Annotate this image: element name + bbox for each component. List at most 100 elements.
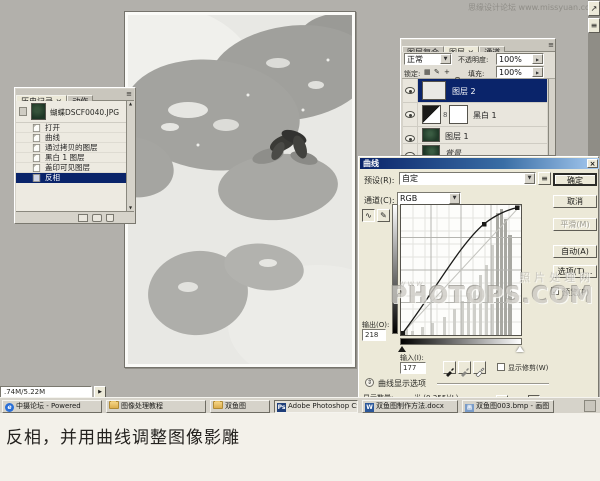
history-item[interactable]: 黑白 1 图层 bbox=[16, 153, 126, 163]
history-scrollbar[interactable]: ▲ ▼ bbox=[126, 101, 134, 211]
layer-thumbnail[interactable] bbox=[422, 145, 440, 156]
history-item[interactable]: 盖印可见图层 bbox=[16, 163, 126, 173]
layer-name: 背景 bbox=[445, 148, 461, 156]
taskbar-button-folder-fish[interactable]: 双鱼图 bbox=[210, 400, 270, 413]
output-value-field[interactable]: 218 bbox=[362, 329, 386, 341]
history-snapshot-row[interactable]: 蝴蝶DSCF0040.JPG bbox=[16, 101, 126, 123]
layer-row-selected[interactable]: 图层 2 bbox=[403, 79, 547, 103]
curves-dialog: 曲线 × 预设(R): 自定▼ ≡ 确定 取消 平滑(M) 自动(A) 选项(T… bbox=[358, 156, 599, 406]
layer-row[interactable]: 图层 1 bbox=[403, 127, 547, 144]
fill-input[interactable]: 100%▶ bbox=[496, 66, 544, 78]
opacity-label: 不透明度: bbox=[458, 55, 488, 65]
panel-menu-icon[interactable]: ≡ bbox=[126, 90, 132, 98]
output-gradient-bar bbox=[392, 204, 398, 334]
layers-scrollbar[interactable] bbox=[548, 79, 556, 156]
history-state-icon bbox=[33, 134, 40, 142]
curve-grid[interactable] bbox=[400, 204, 522, 336]
snapshot-thumbnail[interactable] bbox=[31, 103, 46, 120]
taskbar-button-browser[interactable]: e中摄论坛 - Powered bbox=[2, 400, 102, 413]
white-eyedropper-button[interactable] bbox=[473, 361, 486, 374]
taskbar-button-paint[interactable]: 画双鱼图003.bmp - 画图 bbox=[462, 400, 554, 413]
highlight-slider[interactable] bbox=[516, 346, 524, 352]
new-document-from-state-button[interactable] bbox=[78, 214, 88, 222]
adjustment-layer-icon[interactable] bbox=[422, 105, 441, 124]
smooth-button: 平滑(M) bbox=[553, 218, 597, 231]
layer-name: 黑白 1 bbox=[473, 110, 497, 121]
dialog-title: 曲线 bbox=[363, 159, 379, 168]
lock-label: 锁定: bbox=[404, 69, 420, 79]
close-icon[interactable]: × bbox=[587, 159, 598, 168]
paint-icon: 画 bbox=[465, 404, 474, 413]
black-eyedropper-button[interactable] bbox=[443, 361, 456, 374]
history-state-icon bbox=[33, 124, 40, 132]
link-icon: 8 bbox=[443, 111, 447, 119]
curve-point-tool-button[interactable]: ∿ bbox=[362, 209, 375, 222]
taskbar-button-folder-tutorials[interactable]: 图像处理教程 bbox=[106, 400, 206, 413]
ok-button[interactable]: 确定 bbox=[553, 173, 597, 186]
dialog-titlebar[interactable]: 曲线 × bbox=[360, 158, 599, 169]
delete-state-button[interactable] bbox=[106, 214, 114, 222]
spinner-arrow-icon[interactable]: ▶ bbox=[532, 54, 543, 64]
display-options-label[interactable]: 曲线显示选项 bbox=[378, 378, 426, 389]
curve-selected-point bbox=[482, 222, 487, 227]
separator bbox=[437, 383, 549, 384]
gray-eyedropper-button[interactable] bbox=[458, 361, 471, 374]
chevron-down-icon[interactable]: ▼ bbox=[440, 54, 451, 64]
layer-row[interactable]: 8 黑白 1 bbox=[403, 103, 547, 127]
document-window[interactable] bbox=[124, 11, 356, 368]
eye-icon[interactable] bbox=[405, 111, 415, 118]
input-value-field[interactable]: 177 bbox=[400, 362, 426, 374]
lock-transparency-icon[interactable]: ▦ bbox=[424, 68, 431, 76]
show-clipping-checkbox[interactable] bbox=[497, 363, 505, 371]
scroll-up-icon[interactable]: ▲ bbox=[127, 101, 134, 107]
chevron-down-icon[interactable]: ▼ bbox=[449, 193, 460, 204]
layer-mask-thumbnail[interactable] bbox=[449, 105, 468, 124]
preset-select[interactable]: 自定▼ bbox=[399, 172, 536, 185]
word-icon: W bbox=[365, 403, 374, 412]
history-brush-icon[interactable] bbox=[19, 107, 27, 116]
history-state-icon bbox=[33, 144, 40, 152]
scroll-arrow-button[interactable]: ↗ bbox=[588, 1, 600, 16]
taskbar-button-word-doc[interactable]: W双鱼图制作方法.docx bbox=[362, 400, 458, 413]
history-item[interactable]: 通过拷贝的图层 bbox=[16, 143, 126, 153]
spinner-arrow-icon[interactable]: ▶ bbox=[532, 67, 543, 77]
layer-row-background[interactable]: 背景 bbox=[403, 144, 547, 156]
preset-label: 预设(R): bbox=[364, 175, 395, 186]
forum-watermark: 思缘设计论坛 www.missyuan.com bbox=[468, 2, 598, 13]
options-button[interactable]: 选项(T)... bbox=[553, 265, 597, 278]
history-state-icon bbox=[33, 164, 40, 172]
chevron-down-icon[interactable]: ▼ bbox=[524, 173, 535, 184]
cancel-button[interactable]: 取消 bbox=[553, 195, 597, 208]
tray-icon[interactable] bbox=[584, 400, 596, 412]
history-item[interactable]: 打开 bbox=[16, 123, 126, 133]
lock-move-icon[interactable]: + bbox=[444, 68, 450, 76]
taskbar-button-photoshop[interactable]: PsAdobe Photoshop CS3 bbox=[274, 400, 358, 413]
curve-white-point bbox=[515, 206, 520, 211]
screenshot-root: 思缘设计论坛 www.missyuan.com ↗ ≡ bbox=[0, 0, 600, 481]
history-state-icon bbox=[33, 174, 40, 182]
expander-icon[interactable]: ⇕ bbox=[365, 378, 374, 387]
layer-thumbnail[interactable] bbox=[422, 81, 446, 100]
history-item-selected[interactable]: 反相 bbox=[16, 173, 126, 183]
ie-icon: e bbox=[5, 403, 14, 412]
shadow-slider[interactable] bbox=[398, 346, 406, 352]
opacity-input[interactable]: 100%▶ bbox=[496, 53, 544, 65]
scroll-menu-button[interactable]: ≡ bbox=[588, 18, 600, 33]
auto-button[interactable]: 自动(A) bbox=[553, 245, 597, 258]
eye-icon[interactable] bbox=[405, 87, 415, 94]
preview-checkbox[interactable]: ✓ bbox=[551, 287, 559, 295]
folder-icon bbox=[213, 401, 223, 409]
history-item[interactable]: 曲线 bbox=[16, 133, 126, 143]
show-clipping-label: 显示修剪(W) bbox=[508, 363, 548, 373]
folder-icon bbox=[109, 401, 119, 409]
page-scrollbar[interactable]: ↗ ≡ bbox=[588, 0, 600, 156]
preset-options-button[interactable]: ≡ bbox=[538, 172, 551, 185]
panel-menu-icon[interactable]: ≡ bbox=[548, 41, 554, 49]
arrow-ne-icon: ↗ bbox=[591, 4, 598, 13]
new-snapshot-button[interactable] bbox=[92, 214, 102, 222]
blend-mode-select[interactable]: 正常▼ bbox=[404, 53, 452, 65]
curve-pencil-tool-button[interactable]: ✎ bbox=[377, 209, 390, 222]
eye-icon[interactable] bbox=[405, 135, 415, 142]
lock-paint-icon[interactable]: ✎ bbox=[434, 68, 440, 76]
layer-thumbnail[interactable] bbox=[422, 128, 440, 142]
